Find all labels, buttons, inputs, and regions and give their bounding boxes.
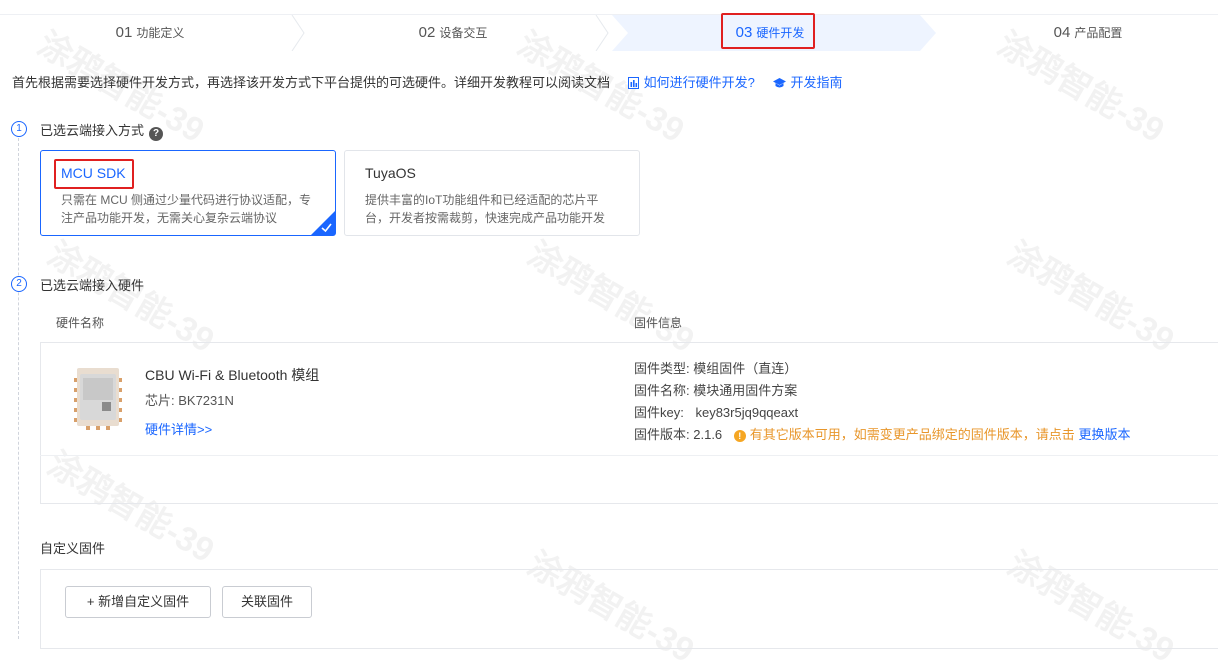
step-bar: 01 功能定义 02 设备交互 03 硬件开发 04 产品配置	[0, 14, 1218, 51]
check-icon	[311, 211, 335, 235]
custom-firmware-title: 自定义固件	[40, 541, 106, 556]
panel-divider	[40, 455, 1218, 456]
step-4-label: 产品配置	[1074, 26, 1123, 40]
step-3-label: 硬件开发	[756, 26, 805, 40]
dev-guide-link[interactable]: 开发指南	[772, 75, 843, 92]
section-1-title: 已选云端接入方式?	[40, 120, 164, 141]
module-image	[74, 368, 122, 430]
help-icon[interactable]: ?	[149, 127, 164, 141]
step-4-num: 04	[1053, 24, 1071, 41]
firmware-version-row: 固件版本: 2.1.6 ! 有其它版本可用，如需变更产品绑定的固件版本，请点击 更…	[634, 424, 1130, 443]
step-guide-line	[18, 138, 19, 639]
access-option-mcu-sdk[interactable]: MCU SDK 只需在 MCU 侧通过少量代码进行协议适配，专注产品功能开发，无…	[40, 150, 336, 236]
column-header-hardware: 硬件名称	[56, 316, 105, 330]
link-firmware-button[interactable]: 关联固件	[222, 586, 312, 618]
firmware-key-row: 固件key: key83r5jq9qqeaxt	[634, 402, 798, 421]
hardware-dev-doc-label: 如何进行硬件开发?	[643, 75, 755, 90]
hardware-chip: 芯片: BK7231N	[145, 393, 234, 408]
mcu-sdk-description: 只需在 MCU 侧通过少量代码进行协议适配，专注产品功能开发，无需关心复杂云端协…	[61, 193, 311, 225]
section-2-number: 2	[11, 276, 27, 292]
step-4[interactable]: 04 产品配置	[938, 15, 1218, 51]
firmware-name-value: 模块通用固件方案	[693, 383, 798, 398]
firmware-version-label: 固件版本:	[634, 427, 690, 442]
dev-guide-label: 开发指南	[790, 75, 843, 90]
intro-text: 首先根据需要选择硬件开发方式，再选择该开发方式下平台提供的可选硬件。详细开发教程…	[12, 75, 611, 90]
firmware-type-value: 模组固件（直连）	[693, 361, 798, 376]
step-1-num: 01	[115, 24, 133, 41]
hardware-dev-doc-link[interactable]: 如何进行硬件开发?	[627, 75, 755, 92]
firmware-version-value: 2.1.6	[693, 427, 723, 442]
tuyaos-description: 提供丰富的IoT功能组件和已经适配的芯片平台，开发者按需裁剪，快速完成产品功能开…	[365, 193, 606, 225]
step-2[interactable]: 02 设备交互	[303, 15, 603, 51]
step-1[interactable]: 01 功能定义	[0, 15, 300, 51]
firmware-version-warning: 有其它版本可用，如需变更产品绑定的固件版本，请点击	[749, 427, 1075, 442]
change-version-link[interactable]: 更换版本	[1078, 427, 1130, 442]
hardware-details-link[interactable]: 硬件详情>>	[145, 419, 212, 438]
hardware-name: CBU Wi-Fi & Bluetooth 模组	[145, 367, 320, 383]
access-option-tuyaos[interactable]: TuyaOS 提供丰富的IoT功能组件和已经适配的芯片平台，开发者按需裁剪，快速…	[344, 150, 640, 236]
step-3-num: 03	[735, 24, 753, 41]
firmware-type-row: 固件类型: 模组固件（直连）	[634, 358, 797, 377]
step-2-label: 设备交互	[439, 26, 488, 40]
step-3[interactable]: 03 硬件开发	[620, 15, 920, 51]
section-1-number: 1	[11, 121, 27, 137]
column-header-firmware: 固件信息	[634, 316, 683, 330]
step-1-label: 功能定义	[136, 26, 185, 40]
warning-icon: !	[733, 430, 746, 442]
add-custom-firmware-button[interactable]: + 新增自定义固件	[65, 586, 211, 618]
firmware-key-value: key83r5jq9qqeaxt	[695, 405, 799, 420]
graduation-cap-icon	[772, 77, 786, 92]
section-1-title-text: 已选云端接入方式	[40, 123, 145, 138]
doc-icon	[627, 77, 639, 92]
mcu-sdk-title: MCU SDK	[61, 165, 126, 181]
firmware-type-label: 固件类型:	[634, 361, 690, 376]
section-2-title: 已选云端接入硬件	[40, 278, 145, 293]
custom-firmware-panel	[40, 569, 1218, 649]
firmware-name-label: 固件名称:	[634, 383, 690, 398]
step-2-num: 02	[418, 24, 436, 41]
intro-line: 首先根据需要选择硬件开发方式，再选择该开发方式下平台提供的可选硬件。详细开发教程…	[12, 72, 843, 92]
firmware-key-label: 固件key:	[634, 405, 684, 420]
tuyaos-title: TuyaOS	[365, 165, 416, 181]
firmware-name-row: 固件名称: 模块通用固件方案	[634, 380, 797, 399]
